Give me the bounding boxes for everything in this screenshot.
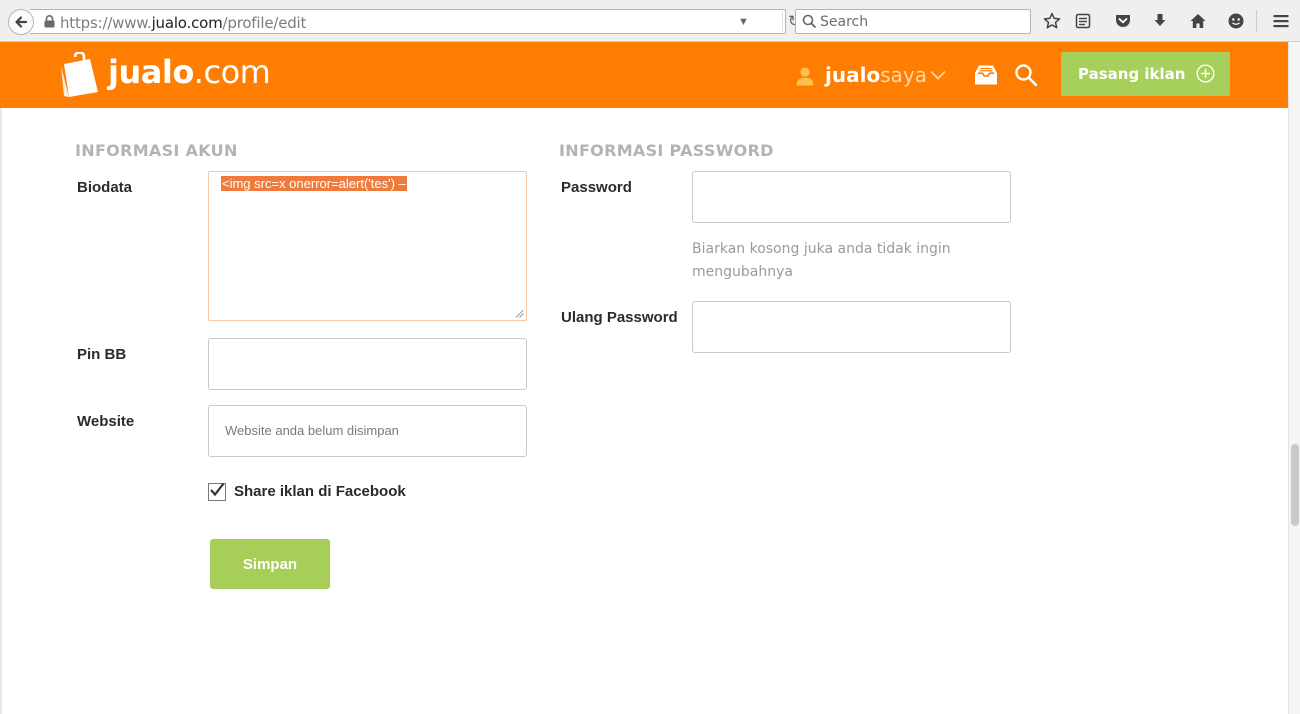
password-input[interactable] (692, 171, 1011, 223)
biodata-textarea[interactable]: <img src=x onerror=alert('tes') – (208, 171, 527, 321)
pinbb-label: Pin BB (77, 346, 127, 363)
browser-toolbar: https://www.jualo.com/profile/edit ▼ ↻ S… (0, 0, 1300, 42)
download-icon[interactable] (1150, 11, 1170, 31)
website-placeholder: Website anda belum disimpan (225, 423, 399, 438)
pocket-icon[interactable] (1113, 11, 1133, 31)
shopping-bag-logo-icon[interactable] (60, 52, 100, 98)
user-menu-light: saya (880, 63, 927, 87)
back-arrow-icon (15, 16, 28, 28)
logo-text-bold: jualo (108, 53, 194, 91)
user-menu-bold: jualo (825, 63, 881, 87)
back-button[interactable] (8, 9, 34, 35)
lock-icon (44, 15, 55, 28)
repeat-password-label: Ulang Password (561, 309, 678, 326)
site-header: jualo.com jualosaya Pasang iklan (0, 42, 1288, 108)
url-divider (782, 12, 783, 31)
url-prefix: https://www. (60, 14, 152, 32)
post-ad-label: Pasang iklan (1078, 65, 1186, 83)
password-label: Password (561, 179, 632, 196)
bookmark-star-icon[interactable] (1042, 11, 1062, 31)
user-icon[interactable] (795, 66, 815, 86)
biodata-selected-text: <img src=x onerror=alert('tes') – (221, 176, 407, 191)
website-label: Website (77, 413, 135, 430)
hamburger-menu-icon[interactable] (1271, 11, 1291, 31)
header-search-icon[interactable] (1014, 63, 1038, 87)
url-path: /profile/edit (222, 14, 307, 32)
emoji-addon-icon[interactable] (1226, 11, 1246, 31)
user-menu[interactable]: jualosaya (825, 63, 927, 87)
address-bar[interactable]: https://www.jualo.com/profile/edit ▼ ↻ (30, 9, 801, 34)
home-icon[interactable] (1188, 11, 1208, 31)
search-icon (802, 14, 817, 29)
scrollbar-thumb[interactable] (1291, 444, 1299, 526)
history-dropdown-icon[interactable]: ▼ (738, 16, 749, 28)
reading-list-icon[interactable] (1073, 11, 1093, 31)
biodata-label: Biodata (77, 179, 133, 196)
chevron-down-icon[interactable] (930, 70, 946, 80)
repeat-password-input[interactable] (692, 301, 1011, 353)
search-placeholder: Search (820, 14, 869, 30)
share-facebook-checkbox[interactable] (208, 482, 226, 501)
password-hint: Biarkan kosong juka anda tidak ingin men… (692, 241, 951, 280)
share-facebook-label[interactable]: Share iklan di Facebook (234, 483, 406, 500)
checkmark-icon (210, 482, 225, 497)
account-section-title: INFORMASI AKUN (75, 141, 238, 160)
toolbar-divider (1256, 10, 1257, 32)
post-ad-button[interactable]: Pasang iklan (1061, 52, 1230, 96)
plus-circle-icon (1196, 64, 1215, 83)
url-text: https://www.jualo.com/profile/edit (60, 14, 306, 32)
page-scrollbar[interactable] (1288, 42, 1300, 714)
window-edge (0, 108, 2, 714)
url-host: jualo.com (151, 14, 223, 32)
logo-text-light: .com (193, 53, 271, 91)
password-section-title: INFORMASI PASSWORD (559, 141, 774, 160)
site-logo[interactable]: jualo.com (108, 53, 271, 91)
pinbb-input[interactable] (208, 338, 527, 390)
website-input[interactable]: Website anda belum disimpan (208, 405, 527, 457)
browser-search-input[interactable]: Search (795, 9, 1031, 34)
inbox-icon[interactable] (974, 64, 998, 86)
resize-grip-icon[interactable] (515, 309, 524, 318)
save-button[interactable]: Simpan (210, 539, 330, 589)
